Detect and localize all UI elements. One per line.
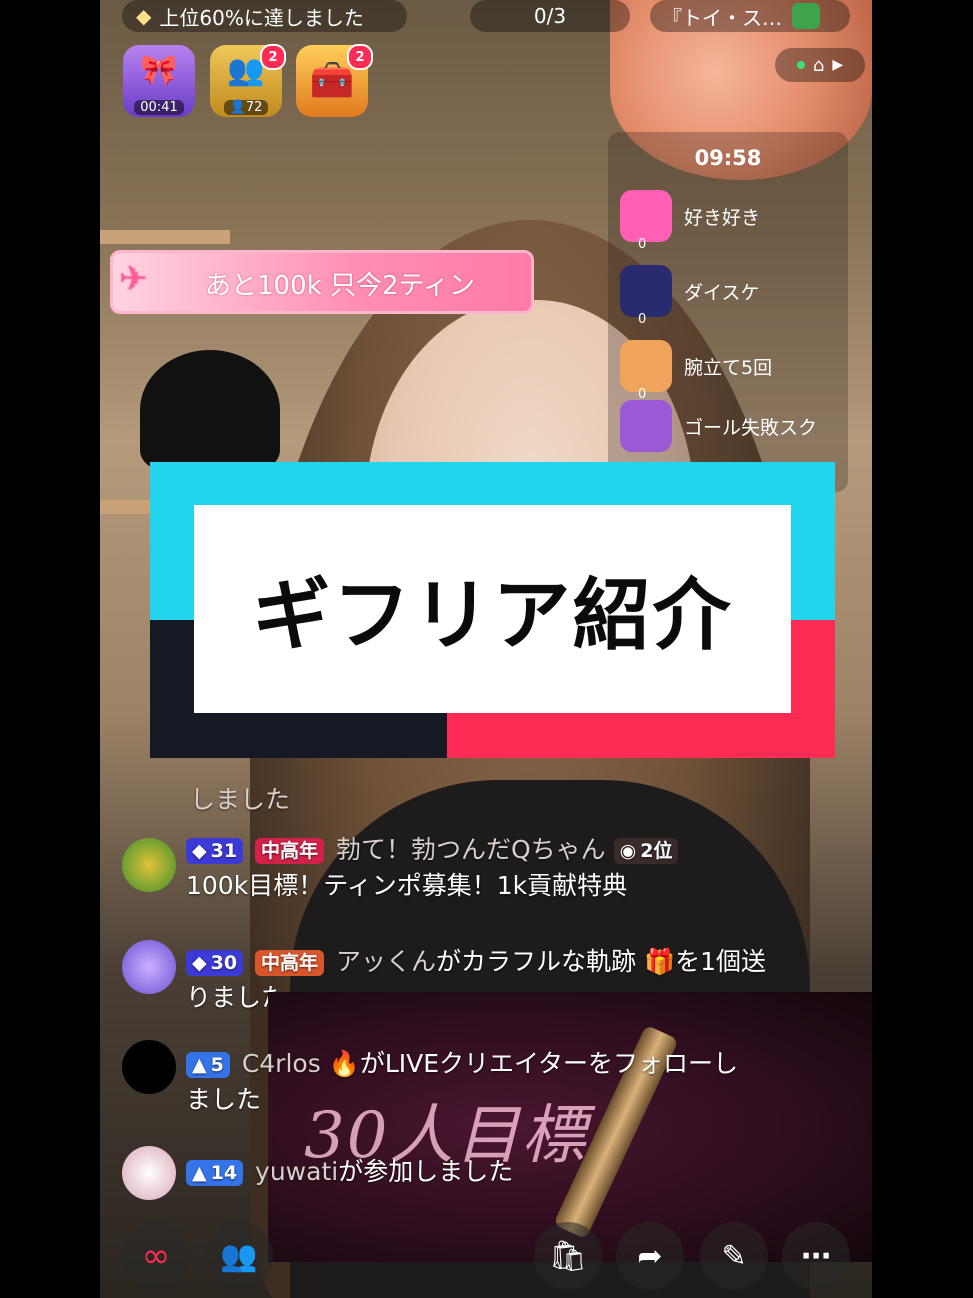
gift-icon: 🎁 [643, 947, 676, 976]
chat-text: 100k目標！ティンポ募集！1k貢献特典 [186, 871, 628, 900]
diamond-icon: ◆ [136, 4, 152, 28]
progress-text: 0/3 [533, 4, 567, 28]
link-button[interactable]: ∞ [122, 1222, 190, 1290]
level-badge: ▲ 5 [186, 1052, 230, 1078]
chat-text: ました [186, 1085, 262, 1114]
share-icon: ➦ [637, 1238, 663, 1274]
chat-username[interactable]: 勃て！勃つんだQちゃん [336, 835, 606, 864]
avatar[interactable] [122, 838, 176, 892]
more-button[interactable]: ⋯ [782, 1222, 850, 1290]
chat-username[interactable]: yuwati [255, 1157, 338, 1186]
shelf [100, 230, 230, 244]
avatar[interactable] [122, 1040, 176, 1094]
chevron-right-icon: ▶ [832, 57, 844, 73]
rank-text: 上位60%に達しました [159, 5, 364, 30]
goal-text: あと100k 只今2ティン [205, 271, 475, 301]
timer-badge[interactable]: 🎀 00:41 [123, 45, 195, 117]
chat-username[interactable]: C4rlos [242, 1049, 321, 1078]
level-badge: ◆ 31 [186, 838, 244, 864]
black-cap [140, 350, 280, 470]
gift-item[interactable]: 0 腕立て5回 [620, 340, 773, 402]
goal-bar[interactable]: ✈ あと100k 只今2ティン [110, 250, 534, 314]
share-button[interactable]: ➦ [616, 1222, 684, 1290]
shop-icon: 🛍 [548, 1238, 588, 1274]
gift-label: ゴール失敗スク [684, 416, 818, 439]
home-icon: ⌂ [812, 54, 825, 76]
timer-text: 00:41 [134, 100, 184, 115]
gift-item[interactable]: 0 ダイスケ [620, 265, 760, 327]
live-camera-control[interactable]: ⌂ ▶ [775, 48, 865, 82]
title-banner: ギフリア紹介 [194, 505, 791, 713]
toy-icon [792, 3, 820, 29]
shop-button[interactable]: 🛍 [534, 1222, 602, 1290]
rank-pill[interactable]: ◆ 上位60%に達しました [122, 0, 407, 32]
magic-wand-button[interactable]: ✎ [700, 1222, 768, 1290]
more-icon: ⋯ [801, 1238, 831, 1274]
link-icon: ∞ [141, 1236, 171, 1276]
rank-badge: ◉ 2位 [613, 838, 679, 864]
fire-icon: 🔥 [328, 1049, 360, 1078]
chat-partial-line: しました [190, 785, 291, 814]
banner-title: ギフリア紹介 [252, 571, 733, 661]
heart-plane-icon: ✈ [119, 259, 148, 299]
gift-label: 腕立て5回 [684, 356, 773, 379]
tag-badge: 中高年 [255, 950, 325, 976]
level-badge: ◆ 30 [186, 950, 244, 976]
sunglasses-gift-icon: 0 [620, 265, 672, 327]
chat-message: ▲ 14 yuwatiが参加しました [186, 1154, 906, 1190]
notification-count: 2 [260, 44, 286, 70]
title-pill[interactable]: 『トイ・ス… [650, 0, 850, 32]
people-icon: 👥 [220, 1238, 258, 1274]
gift-label: 好き好き [684, 206, 761, 229]
notification-count: 2 [347, 44, 373, 70]
gem-gift-icon [620, 400, 672, 452]
treasure-chest-icon: 🧰 [309, 60, 355, 101]
title-text: 『トイ・ス… [662, 5, 782, 30]
gift-box-icon: 🎀 [140, 53, 178, 88]
progress-pill[interactable]: 0/3 [470, 0, 630, 32]
gift-item[interactable]: ゴール失敗スク [620, 400, 817, 452]
gift-item[interactable]: 0 好き好き [620, 190, 761, 252]
panel-timer: 09:58 [694, 146, 762, 170]
bow-gift-icon: 0 [620, 190, 672, 252]
avatar[interactable] [122, 940, 176, 994]
fan-count: 👤72 [223, 100, 269, 115]
magic-wand-icon: ✎ [721, 1238, 747, 1274]
chat-username[interactable]: アッくん [336, 947, 436, 976]
status-dot [796, 61, 805, 69]
chat-message: ◆ 31 中高年 勃て！勃つんだQちゃん ◉ 2位 100k目標！ティンポ募集！… [186, 832, 906, 904]
tag-badge: 中高年 [255, 838, 325, 864]
chat-message: ▲ 5 C4rlos 🔥がLIVEクリエイターをフォローし ました [186, 1046, 906, 1118]
people-button[interactable]: 👥 [205, 1222, 273, 1290]
level-badge: ▲ 14 [186, 1160, 244, 1186]
corgi-gift-icon: 0 [620, 340, 672, 402]
avatar[interactable] [122, 1146, 176, 1200]
gift-label: ダイスケ [684, 281, 760, 304]
